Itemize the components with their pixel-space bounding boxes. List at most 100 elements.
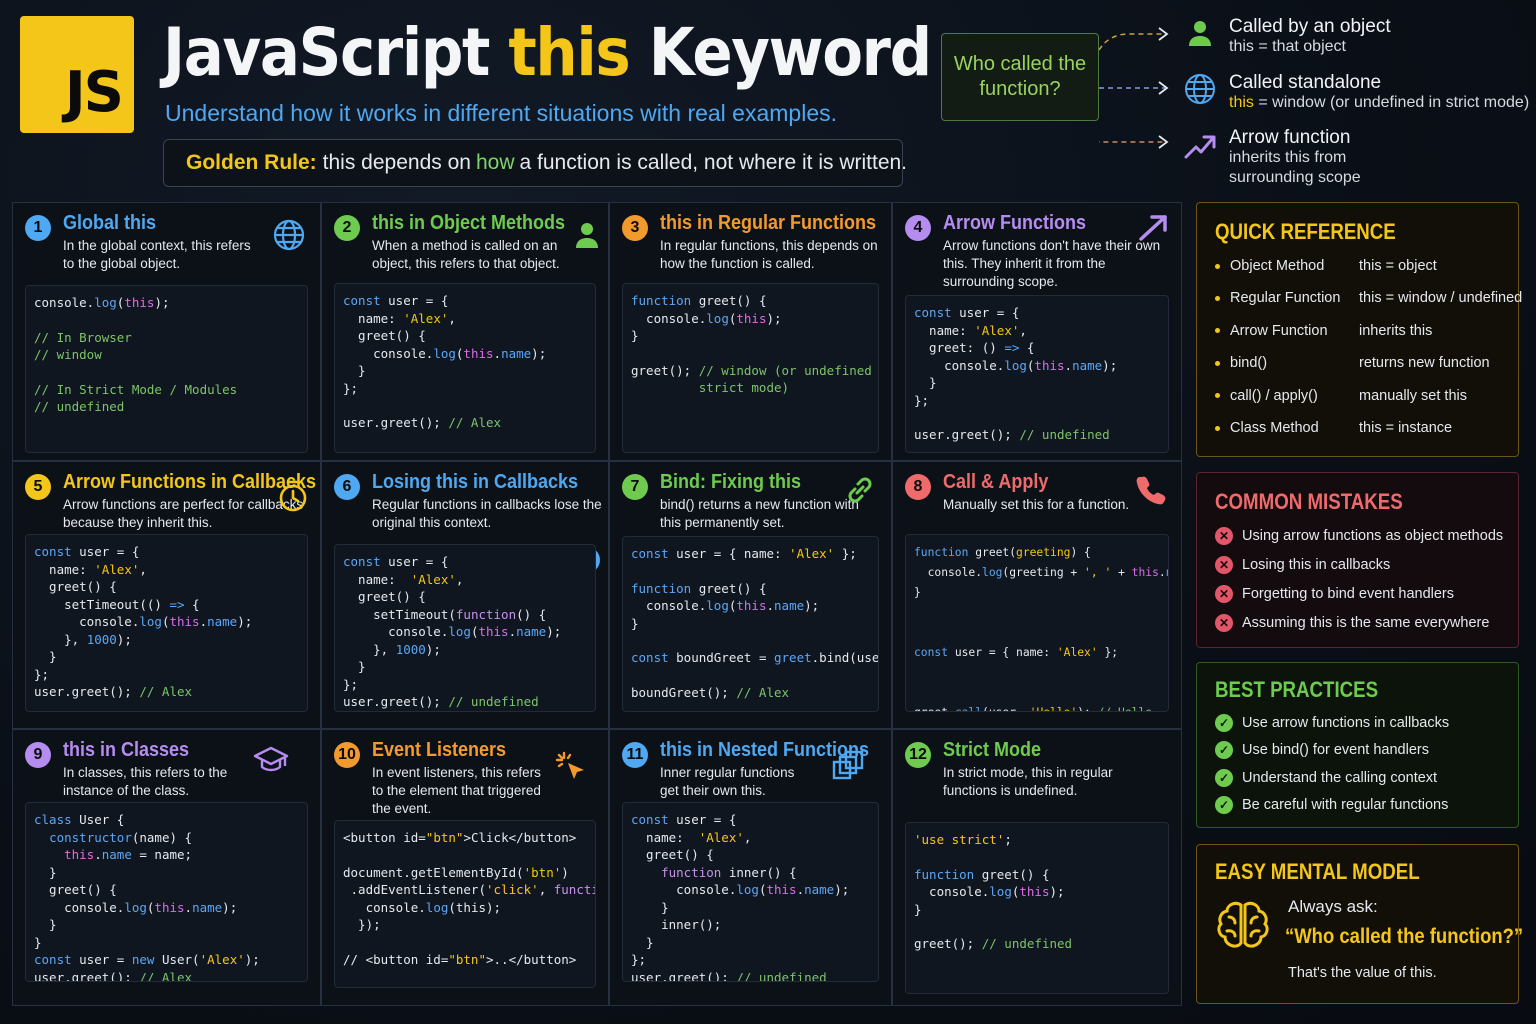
code-line: console.log(this.name); bbox=[343, 345, 587, 363]
code-line: 'use strict'; bbox=[914, 831, 1160, 849]
code-line: // <button id="btn">..</button> bbox=[343, 951, 587, 969]
title-part2: Keyword bbox=[629, 14, 932, 91]
code-token: greet() { bbox=[698, 580, 767, 596]
code-token: log bbox=[94, 295, 117, 310]
code-token: . bbox=[199, 614, 208, 629]
code-token: }); bbox=[343, 917, 381, 932]
card-description-line: object, this refers to that object. bbox=[372, 256, 560, 271]
code-line: console.log(this.name); bbox=[631, 881, 870, 899]
code-token: greet() { bbox=[343, 589, 426, 604]
mistake-text: Losing this in callbacks bbox=[1242, 557, 1391, 573]
code-token: (name) { bbox=[131, 829, 193, 845]
code-line: user.greet(); // Alex bbox=[34, 969, 299, 982]
code-line: // undefined bbox=[34, 398, 299, 416]
code-line: console.log(this); bbox=[34, 294, 299, 312]
code-token: ); bbox=[546, 624, 562, 639]
code-token: log bbox=[706, 598, 729, 613]
arrow-up-right-icon bbox=[1184, 135, 1216, 159]
card-description-line: the event. bbox=[372, 801, 432, 816]
mental-model-title: EASY MENTAL MODEL bbox=[1215, 859, 1420, 884]
code-token: console. bbox=[34, 295, 95, 310]
code-token: const bbox=[34, 952, 80, 967]
code-token: greet(); bbox=[631, 362, 699, 378]
code-line: user.greet(); // Alex bbox=[343, 414, 587, 432]
code-line: name: 'Alex', bbox=[34, 561, 299, 579]
concept-card-10: 10 Event Listeners In event listeners, thi… bbox=[321, 729, 609, 1006]
code-line: console.log(this); bbox=[914, 883, 1160, 901]
card-number-badge: 12 bbox=[905, 742, 931, 768]
concept-card-3: 3 this in Regular Functions In regular fun… bbox=[609, 202, 892, 461]
bullet-dot bbox=[1215, 296, 1220, 302]
code-line: const user = new User('Alex'); bbox=[34, 951, 299, 969]
code-line: const user = { bbox=[343, 553, 587, 571]
code-token: } bbox=[631, 328, 639, 343]
mistake-item: ✕ Losing this in callbacks bbox=[1215, 556, 1390, 574]
best-practice-item: ✓ Use bind() for event handlers bbox=[1215, 741, 1429, 760]
code-line: }; bbox=[343, 380, 587, 398]
card-description-line: In strict mode, this in regular bbox=[943, 765, 1113, 780]
mistake-text: Assuming this is the same everywhere bbox=[1242, 615, 1490, 631]
code-token: (greeting + bbox=[1002, 566, 1085, 579]
globe-icon bbox=[273, 219, 305, 251]
card-description-line: Arrow functions don't have their own bbox=[943, 238, 1161, 253]
code-token: } bbox=[631, 934, 654, 950]
golden-rule-label: Golden Rule: bbox=[186, 151, 317, 174]
code-line: const user = { bbox=[631, 811, 870, 829]
code-token: } bbox=[631, 899, 669, 915]
card-description: Inner regular functions get their own thi… bbox=[660, 764, 794, 800]
bullet-dot bbox=[1215, 360, 1220, 366]
timer-icon bbox=[279, 480, 307, 512]
code-token: greet() { bbox=[34, 882, 117, 897]
quick-reference-value: inherits this bbox=[1359, 322, 1433, 339]
code-token: constructor bbox=[49, 829, 132, 845]
card-number-badge: 1 bbox=[25, 215, 51, 241]
code-token: 'Alex' bbox=[1056, 646, 1098, 659]
code-token: // In Browser bbox=[34, 329, 132, 345]
code-token: ); bbox=[531, 345, 547, 361]
link-icon bbox=[848, 477, 872, 503]
code-token: ) bbox=[561, 864, 569, 880]
code-token: , bbox=[1019, 322, 1027, 338]
code-token: 'btn' bbox=[523, 864, 562, 880]
card-description-line: because they inherit this. bbox=[63, 515, 213, 530]
code-token: user.greet(); bbox=[34, 969, 140, 982]
code-token: 'Alex' bbox=[698, 829, 744, 845]
card-title: Losing this in Callbacks bbox=[372, 471, 579, 493]
code-token: this bbox=[766, 882, 797, 897]
card-description-line: to the global object. bbox=[63, 256, 181, 271]
code-token: console. bbox=[631, 598, 707, 613]
code-token: // window bbox=[34, 347, 102, 362]
code-line: }); bbox=[343, 916, 587, 934]
code-token: // Hello, Alex bbox=[1098, 706, 1168, 711]
code-token: document.getElementById( bbox=[343, 864, 524, 880]
code-token: const bbox=[631, 650, 677, 665]
code-token: boundGreet = bbox=[676, 650, 774, 665]
arrow-up-right-icon bbox=[1139, 215, 1167, 241]
card-description-line: In classes, this refers to the bbox=[63, 765, 228, 780]
quick-reference-key: call() / apply() bbox=[1230, 387, 1318, 404]
code-line: const user = { name: 'Alex' }; bbox=[631, 545, 870, 563]
code-token: User { bbox=[79, 812, 125, 827]
card-number-badge: 11 bbox=[622, 742, 648, 768]
code-line: const user = { bbox=[914, 304, 1160, 322]
code-token: . bbox=[796, 882, 805, 897]
code-block: const user = { name: 'Alex', greet() { c… bbox=[334, 283, 596, 453]
code-token: this bbox=[64, 847, 95, 862]
code-line: }; bbox=[631, 951, 870, 969]
card-description: bind() returns a new function with this p… bbox=[660, 496, 859, 532]
code-token: 'click' bbox=[486, 882, 539, 897]
concept-card-7: 7 Bind: Fixing this bind() returns a new f… bbox=[609, 461, 892, 729]
best-practice-item: ✓ Be careful with regular functions bbox=[1215, 795, 1448, 814]
code-token: "btn" bbox=[425, 830, 464, 845]
code-token: , bbox=[455, 571, 464, 587]
code-line: console.log(this); bbox=[343, 899, 587, 917]
code-token: // Alex bbox=[448, 415, 502, 430]
case-title: Called standalone bbox=[1229, 72, 1382, 93]
title-part1: JavaScript bbox=[163, 14, 509, 91]
quick-reference-key: Regular Function bbox=[1230, 290, 1341, 307]
